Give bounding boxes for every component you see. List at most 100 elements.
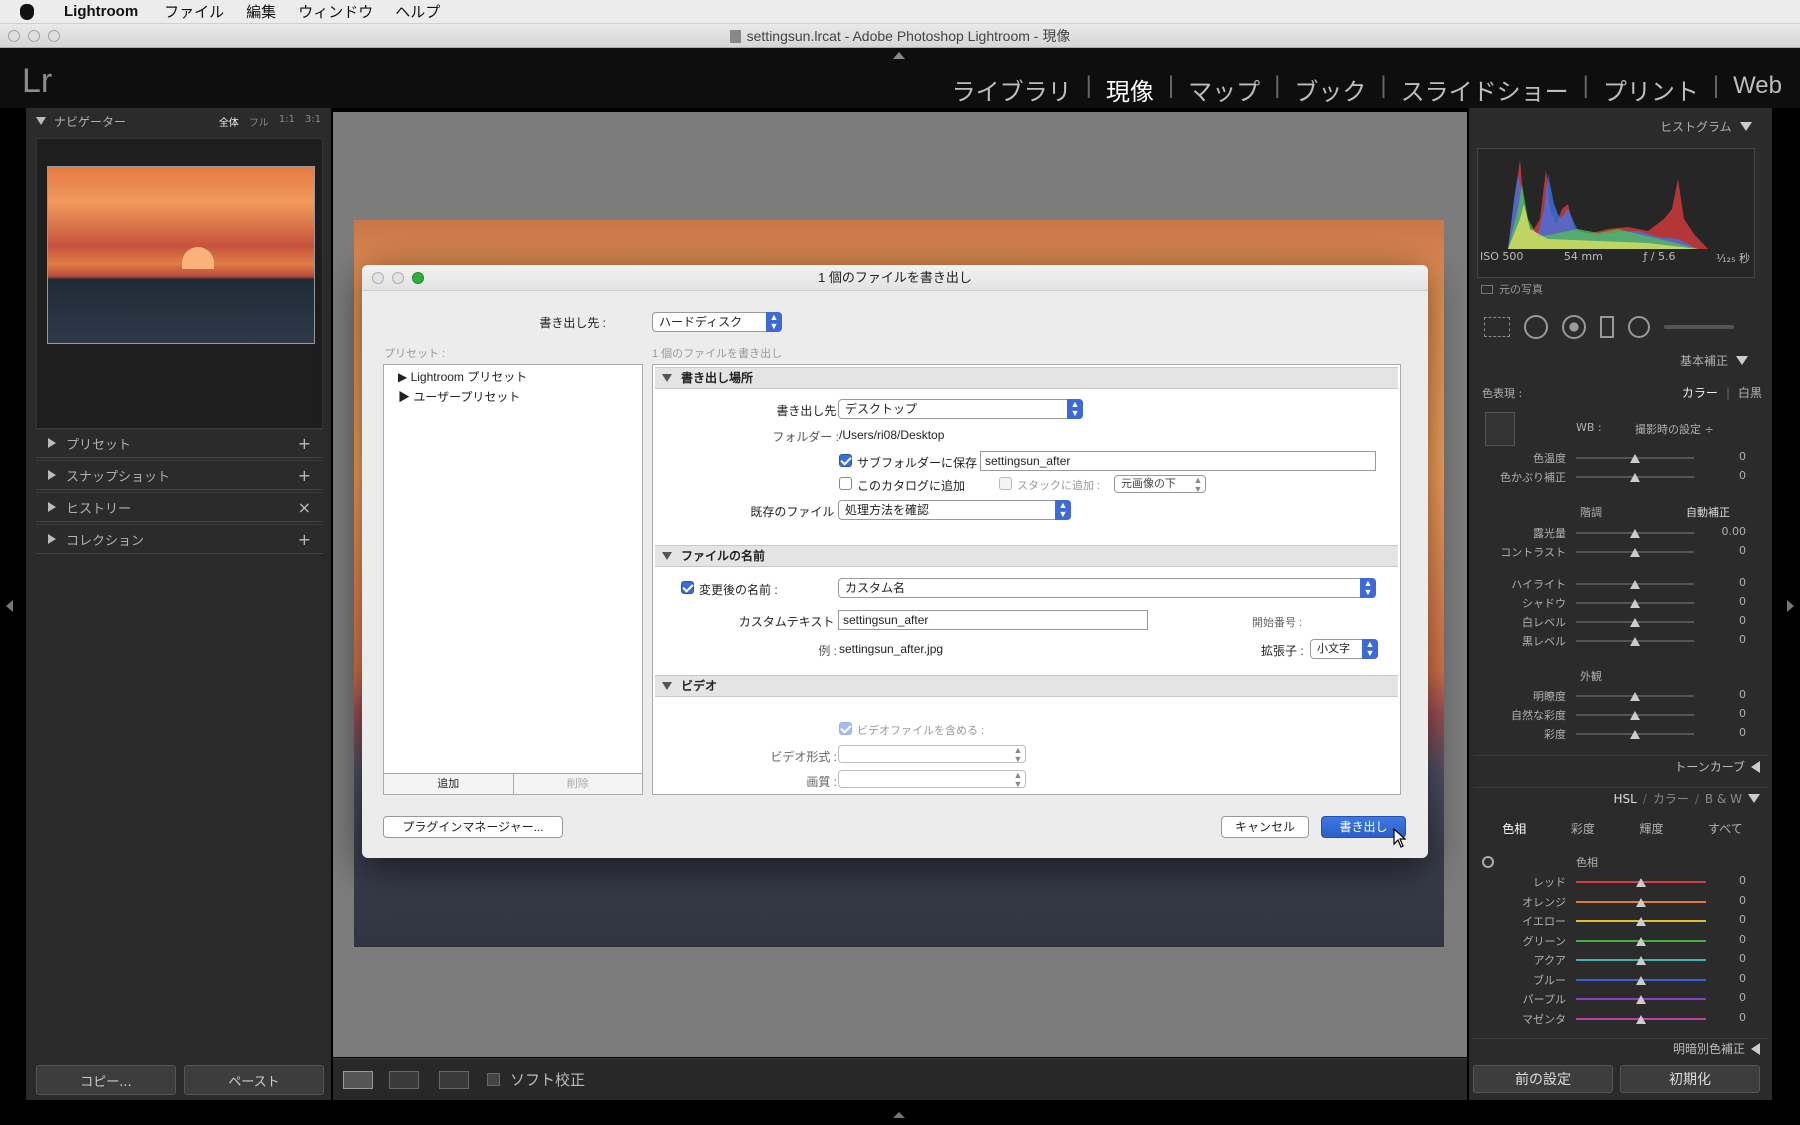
clear-history-icon[interactable]: × [298, 498, 311, 517]
target-adjustment-icon[interactable] [1482, 856, 1494, 868]
navigator-preview[interactable] [36, 138, 323, 430]
preset-user[interactable]: ▶ ユーザープリセット [398, 388, 520, 405]
include-video-checkbox[interactable] [839, 722, 852, 735]
preset-list[interactable]: ▶ Lightroom プリセット ▶ ユーザープリセット [383, 364, 643, 795]
stack-position-select[interactable]: 元画像の下 ▲ ▼ [1114, 475, 1206, 494]
add-preset-icon[interactable]: + [298, 434, 311, 453]
basic-header[interactable]: 基本補正 [1680, 352, 1749, 369]
zoom-1-1[interactable]: 1:1 [279, 114, 295, 129]
add-to-catalog-checkbox[interactable] [839, 477, 852, 490]
navigator-thumbnail[interactable] [47, 166, 315, 344]
copy-button[interactable]: コピー... [36, 1065, 176, 1095]
slider-handle[interactable] [1630, 454, 1640, 463]
slider-handle[interactable] [1636, 917, 1646, 926]
slider-value[interactable]: 0 [1716, 874, 1746, 887]
extension-case-select[interactable]: 小文字 ▲ ▼ [1310, 639, 1378, 659]
slider-handle[interactable] [1636, 897, 1646, 907]
slider-handle[interactable] [1630, 711, 1640, 720]
hsl-tab-bw[interactable]: B & W [1705, 792, 1742, 806]
collapse-triangle-icon[interactable] [1748, 794, 1760, 803]
video-format-select[interactable]: ▲ ▼ [838, 745, 1026, 764]
existing-files-select[interactable]: 処理方法を確認 ▲ ▼ [838, 500, 1071, 520]
collapse-left-icon[interactable] [6, 600, 13, 612]
cancel-button[interactable]: キャンセル [1221, 816, 1309, 838]
plugin-manager-button[interactable]: プラグインマネージャー... [383, 816, 563, 838]
slider-handle[interactable] [1630, 637, 1640, 646]
slider-handle[interactable] [1630, 618, 1640, 627]
section-triangle-icon[interactable] [662, 374, 672, 382]
zoom-window-button[interactable] [48, 30, 60, 42]
rename-template-select[interactable]: カスタム名 ▲ ▼ [838, 578, 1376, 598]
slider-value[interactable]: 0.00 [1716, 525, 1747, 538]
slider-handle[interactable] [1630, 599, 1640, 608]
slider-value[interactable]: 0 [1716, 595, 1746, 608]
slider-handle[interactable] [1630, 529, 1640, 538]
expand-triangle-icon[interactable] [1751, 1042, 1760, 1055]
slider-value[interactable]: 0 [1716, 972, 1746, 985]
add-snapshot-icon[interactable]: + [298, 466, 311, 485]
navigator-header[interactable]: ナビゲーター 全体 フル 1:1 3:1 [26, 108, 331, 134]
original-photo-checkbox[interactable] [1481, 284, 1493, 294]
slider-value[interactable]: 0 [1716, 633, 1746, 646]
slider-handle[interactable] [1636, 936, 1646, 946]
graduated-filter-icon[interactable] [1600, 316, 1614, 338]
collapse-triangle-icon[interactable] [1739, 122, 1752, 131]
export-to-select[interactable]: ハードディスク ▲ ▼ [652, 312, 782, 332]
dialog-minimize-button[interactable] [392, 272, 404, 284]
module-library[interactable]: ライブラリ [952, 72, 1072, 107]
slider-value[interactable]: 0 [1716, 469, 1746, 482]
expand-triangle-icon[interactable] [1751, 760, 1760, 773]
slider-handle[interactable] [1630, 730, 1640, 739]
slider-handle[interactable] [1630, 548, 1640, 557]
hsl-subtab-hue[interactable]: 色相 [1502, 820, 1526, 837]
menu-edit[interactable]: 編集 [246, 1, 276, 22]
history-section[interactable]: ヒストリー × [36, 492, 323, 522]
slider-value[interactable]: 0 [1716, 726, 1746, 739]
presets-section[interactable]: プリセット + [36, 428, 323, 458]
video-quality-select[interactable]: ▲ ▼ [838, 770, 1026, 789]
location-export-to-select[interactable]: デスクトップ ▲ ▼ [838, 399, 1083, 419]
dialog-close-button[interactable] [372, 272, 384, 284]
module-map[interactable]: マップ [1188, 72, 1260, 107]
slider-value[interactable]: 0 [1716, 707, 1746, 720]
rename-checkbox[interactable] [681, 581, 694, 594]
add-preset-button[interactable]: 追加 [384, 774, 514, 794]
dialog-zoom-button[interactable] [412, 272, 424, 284]
spot-removal-icon[interactable] [1524, 315, 1548, 339]
slider-value[interactable]: 0 [1716, 544, 1746, 557]
menu-file[interactable]: ファイル [164, 1, 224, 22]
collapse-right-icon[interactable] [1787, 600, 1794, 612]
slider-value[interactable]: 0 [1716, 894, 1746, 907]
slider-handle[interactable] [1630, 580, 1640, 589]
treatment-color[interactable]: カラー [1682, 384, 1718, 401]
slider-handle[interactable] [1636, 975, 1646, 985]
soft-proof-checkbox[interactable] [487, 1073, 500, 1086]
slider-handle[interactable] [1636, 956, 1646, 965]
module-develop[interactable]: 現像 [1106, 72, 1154, 107]
slider-value[interactable]: 0 [1716, 952, 1746, 965]
video-section-header[interactable]: ビデオ [655, 675, 1398, 697]
crop-tool-icon[interactable] [1484, 317, 1510, 337]
original-photo-toggle[interactable]: 元の写真 [1481, 281, 1543, 297]
split-toning-header[interactable]: 明暗別色補正 [1473, 1038, 1768, 1058]
zoom-3-1[interactable]: 3:1 [305, 114, 321, 129]
module-web[interactable]: Web [1733, 72, 1782, 107]
slider-value[interactable]: 0 [1716, 913, 1746, 926]
module-print[interactable]: プリント [1603, 72, 1699, 107]
collapse-top-icon[interactable] [893, 52, 905, 59]
module-book[interactable]: ブック [1294, 72, 1366, 107]
hsl-tab-hsl[interactable]: HSL [1613, 792, 1636, 806]
slider-handle[interactable] [1636, 995, 1646, 1004]
previous-settings-button[interactable]: 前の設定 [1473, 1065, 1613, 1093]
slider-value[interactable]: 0 [1716, 576, 1746, 589]
add-collection-icon[interactable]: + [298, 530, 311, 549]
histogram-header[interactable]: ヒストグラム [1660, 118, 1752, 135]
slider-value[interactable]: 0 [1716, 1011, 1746, 1024]
slider-handle[interactable] [1636, 878, 1646, 887]
expand-triangle-icon[interactable] [48, 438, 56, 448]
hsl-subtab-all[interactable]: すべて [1708, 820, 1743, 837]
adjustment-brush-icon[interactable] [1664, 325, 1734, 329]
auto-tone-button[interactable]: 自動補正 [1686, 504, 1730, 520]
add-to-stack-checkbox[interactable] [999, 477, 1012, 490]
treatment-bw[interactable]: 白黒 [1738, 384, 1762, 401]
